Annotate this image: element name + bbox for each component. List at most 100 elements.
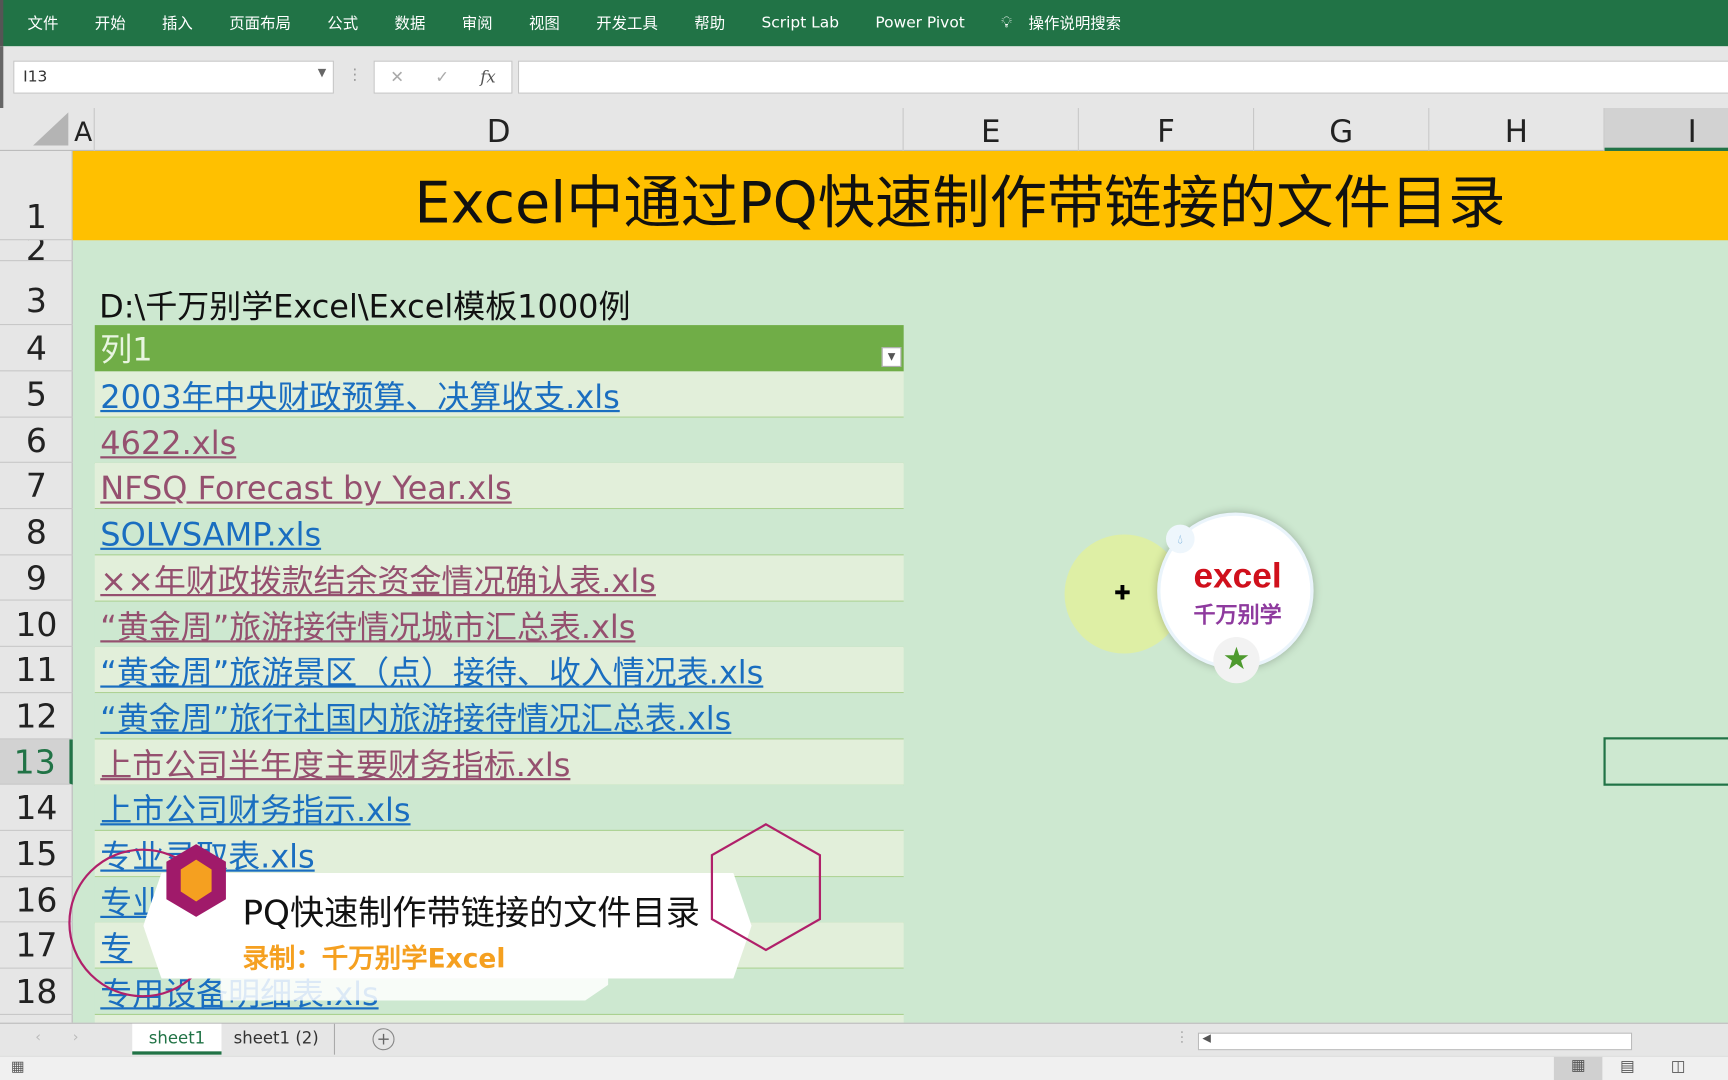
table-header-label: 列1 — [100, 330, 153, 369]
table-row: “黄金周”旅游景区（点）接待、收入情况表.xls — [94, 647, 904, 694]
horizontal-scrollbar[interactable]: ◀ — [1197, 1032, 1633, 1051]
column-header-f[interactable]: F — [1079, 107, 1255, 151]
table-row: ××年财政拨款结余资金情况确认表.xls — [94, 555, 904, 602]
table-row: “黄金周”旅行社国内旅游接待情况汇总表.xls — [94, 693, 904, 740]
add-sheet-icon[interactable]: + — [372, 1028, 395, 1051]
table-row: SOLVSAMP.xls — [94, 509, 904, 556]
file-hyperlink[interactable]: 2003年中央财政预算、决算收支.xls — [100, 378, 619, 415]
selected-cell-i13[interactable] — [1603, 737, 1728, 786]
row-header[interactable]: 8 — [0, 509, 73, 556]
filter-dropdown-icon[interactable]: ▼ — [881, 347, 902, 367]
file-hyperlink[interactable]: “黄金周”旅游景区（点）接待、收入情况表.xls — [100, 654, 763, 691]
tab-developer[interactable]: 开发工具 — [596, 12, 674, 34]
tab-review[interactable]: 审阅 — [462, 12, 509, 34]
normal-view-icon[interactable]: ▦ — [1553, 1056, 1603, 1080]
formula-buttons: ✕ ✓ fx — [373, 60, 513, 94]
column-header-h[interactable]: H — [1429, 107, 1605, 151]
row-header[interactable]: 11 — [0, 647, 73, 694]
file-hyperlink[interactable]: 上市公司半年度主要财务指标.xls — [100, 746, 570, 783]
file-hyperlink[interactable]: ××年财政拨款结余资金情况确认表.xls — [100, 562, 656, 599]
column-header-i[interactable]: I — [1604, 107, 1728, 151]
hexagon-badge-icon — [166, 844, 226, 917]
row-header[interactable]: 2 — [0, 240, 73, 262]
tell-me-search[interactable]: 操作说明搜索 — [1029, 12, 1138, 34]
row-header[interactable]: 5 — [0, 371, 73, 418]
ribbon-tabs: 文件 开始 插入 页面布局 公式 数据 审阅 视图 开发工具 帮助 Script… — [0, 0, 1728, 47]
row-header[interactable]: 1 — [0, 151, 73, 241]
drag-handle[interactable]: ⋮ — [347, 66, 362, 84]
column-header-e[interactable]: E — [904, 107, 1079, 151]
row-header[interactable]: 14 — [0, 785, 73, 831]
name-box[interactable]: I13 ▼ — [13, 60, 334, 94]
channel-logo: excel 千万别学 ★ 💧︎ — [1157, 512, 1314, 684]
tab-script-lab[interactable]: Script Lab — [762, 14, 856, 32]
file-hyperlink[interactable]: “黄金周”旅游接待情况城市汇总表.xls — [100, 608, 635, 645]
drag-handle[interactable]: ⋮ — [1175, 1029, 1189, 1046]
lightbulb-icon: 💡︎ — [1001, 14, 1012, 32]
folder-path[interactable]: D:\千万别学Excel\Excel模板1000例 — [99, 281, 630, 327]
table-row: 4622.xls — [94, 417, 904, 464]
row-header[interactable]: 17 — [0, 923, 73, 969]
file-hyperlink[interactable]: SOLVSAMP.xls — [100, 516, 321, 553]
file-hyperlink[interactable]: 上市公司财务指示.xls — [100, 792, 410, 829]
file-hyperlink[interactable]: NFSQ Forecast by Year.xls — [100, 470, 511, 507]
row-header[interactable]: 9 — [0, 555, 73, 602]
sheet-tab-sheet1-2[interactable]: sheet1 (2) — [218, 1023, 336, 1055]
row-header[interactable]: 15 — [0, 831, 73, 877]
formula-bar: I13 ▼ ⋮ ✕ ✓ fx — [0, 46, 1728, 108]
column-header-g[interactable]: G — [1254, 107, 1430, 151]
row-header[interactable]: 3 — [0, 261, 73, 326]
sheet-title[interactable]: Excel中通过PQ快速制作带链接的文件目录 — [72, 150, 1728, 241]
row-header[interactable]: 13 — [0, 739, 73, 785]
scroll-tabs-left-icon[interactable]: ‹ — [35, 1029, 41, 1046]
column-header-d[interactable]: D — [95, 107, 904, 151]
tab-file[interactable]: 文件 — [28, 12, 75, 34]
row-header[interactable]: 18 — [0, 969, 73, 1015]
row-header[interactable]: 6 — [0, 417, 73, 464]
cancel-icon[interactable]: ✕ — [390, 67, 404, 87]
tab-home[interactable]: 开始 — [95, 12, 142, 34]
banner-title: PQ快速制作带链接的文件目录 — [242, 893, 700, 934]
excel-window: 文件 开始 插入 页面布局 公式 数据 审阅 视图 开发工具 帮助 Script… — [0, 0, 1728, 1080]
insert-function-icon[interactable]: fx — [480, 67, 495, 87]
name-box-value: I13 — [23, 68, 48, 86]
tab-formulas[interactable]: 公式 — [327, 12, 374, 34]
star-icon: ★ — [1213, 636, 1260, 684]
file-hyperlink[interactable]: 4622.xls — [100, 424, 236, 461]
tab-help[interactable]: 帮助 — [694, 12, 741, 34]
table-header[interactable]: 列1 ▼ — [94, 325, 904, 372]
select-all-button[interactable] — [33, 112, 69, 146]
droplet-icon: 💧︎ — [1165, 524, 1195, 554]
banner-subtitle: 录制：千万别学Excel — [242, 943, 506, 975]
tab-view[interactable]: 视图 — [529, 12, 576, 34]
table-row: 2003年中央财政预算、决算收支.xls — [94, 371, 904, 418]
tab-data[interactable]: 数据 — [395, 12, 442, 34]
page-layout-view-icon[interactable]: ▤ — [1620, 1058, 1635, 1076]
row-header[interactable]: 16 — [0, 877, 73, 923]
tab-insert[interactable]: 插入 — [162, 12, 209, 34]
table-row: “黄金周”旅游接待情况城市汇总表.xls — [94, 601, 904, 648]
row-header[interactable]: 10 — [0, 601, 73, 648]
row-header[interactable]: 7 — [0, 463, 73, 510]
scroll-left-icon[interactable]: ◀ — [1202, 1033, 1210, 1045]
column-header-a[interactable]: A — [73, 107, 95, 151]
hexagon-outline-icon — [710, 823, 822, 952]
enter-icon[interactable]: ✓ — [435, 67, 449, 87]
macro-record-icon[interactable]: ▦ — [11, 1059, 25, 1076]
status-bar: ▦ ▦ ▤ ◫ — [0, 1055, 1728, 1080]
formula-input[interactable] — [517, 60, 1728, 94]
table-row: NFSQ Forecast by Year.xls — [94, 463, 904, 510]
sheet-tab-sheet1[interactable]: sheet1 — [132, 1023, 222, 1055]
column-headers: A D E F G H I — [0, 107, 1728, 151]
scroll-tabs-right-icon[interactable]: › — [73, 1029, 79, 1046]
row-header[interactable]: 12 — [0, 693, 73, 740]
page-break-view-icon[interactable]: ◫ — [1671, 1058, 1686, 1076]
move-cursor-icon: ✚ — [1114, 581, 1131, 606]
chevron-down-icon[interactable]: ▼ — [318, 67, 326, 79]
tab-power-pivot[interactable]: Power Pivot — [875, 14, 981, 32]
logo-subtext: 千万别学 — [1193, 601, 1282, 629]
file-hyperlink[interactable]: “黄金周”旅行社国内旅游接待情况汇总表.xls — [100, 700, 731, 737]
sheet-tabs-bar: ‹ › sheet1 sheet1 (2) + ⋮ ◀ — [0, 1022, 1728, 1056]
row-header[interactable]: 4 — [0, 325, 73, 372]
tab-page-layout[interactable]: 页面布局 — [229, 12, 307, 34]
